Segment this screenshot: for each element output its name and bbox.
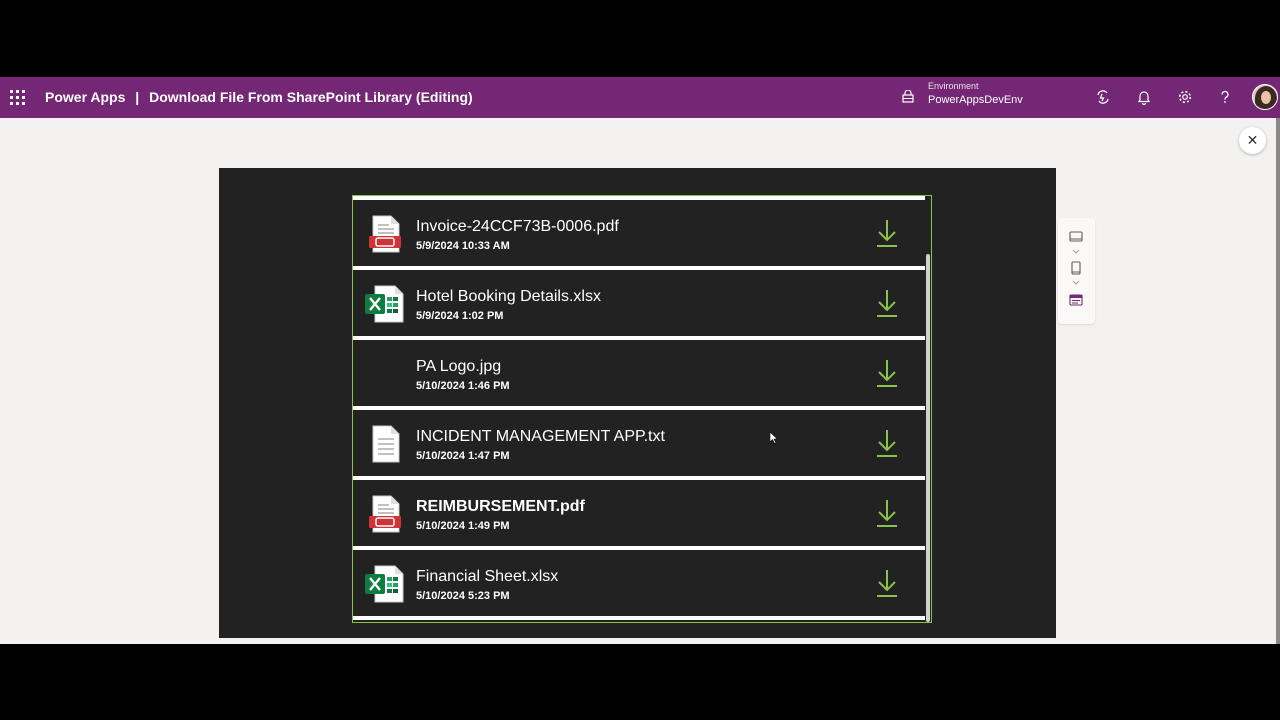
app-header: Power Apps | Download File From SharePoi… xyxy=(0,77,1280,118)
copilot-icon[interactable] xyxy=(1095,89,1111,105)
gallery-item[interactable]: Financial Sheet.xlsx 5/10/2024 5:23 PM xyxy=(353,550,925,616)
gallery-item[interactable]: INCIDENT MANAGEMENT APP.txt 5/10/2024 1:… xyxy=(353,410,925,476)
environment-icon[interactable] xyxy=(901,90,915,104)
download-icon[interactable] xyxy=(875,358,899,388)
gallery-item[interactable]: Invoice-24CCF73B-0006.pdf 5/9/2024 10:33… xyxy=(353,200,925,266)
gear-icon[interactable] xyxy=(1177,89,1193,105)
file-name: Hotel Booking Details.xlsx xyxy=(416,288,601,305)
files-gallery[interactable]: Invoice-24CCF73B-0006.pdf 5/9/2024 10:33… xyxy=(352,195,932,623)
excel-file-icon xyxy=(365,285,404,323)
screen-size-panel xyxy=(1058,218,1095,324)
file-modified-date: 5/9/2024 1:02 PM xyxy=(416,310,504,322)
file-name: Invoice-24CCF73B-0006.pdf xyxy=(416,218,619,235)
gallery-scrollbar[interactable] xyxy=(926,254,930,622)
file-name: PA Logo.jpg xyxy=(416,358,502,375)
file-modified-date: 5/10/2024 5:23 PM xyxy=(416,590,510,602)
download-icon[interactable] xyxy=(875,218,899,248)
app-name[interactable]: Power Apps xyxy=(45,89,125,105)
waffle-menu-icon[interactable] xyxy=(10,90,25,105)
pdf-file-icon xyxy=(369,495,401,533)
row-separator xyxy=(353,616,925,620)
document-title: Download File From SharePoint Library (E… xyxy=(149,89,473,105)
mouse-cursor xyxy=(770,432,778,444)
file-name: INCIDENT MANAGEMENT APP.txt xyxy=(416,428,665,445)
top-letterbox xyxy=(0,0,1280,77)
file-name: REIMBURSEMENT.pdf xyxy=(416,498,585,515)
app-title: Power Apps | Download File From SharePoi… xyxy=(45,89,473,105)
title-separator: | xyxy=(135,89,140,105)
file-modified-date: 5/9/2024 10:33 AM xyxy=(416,240,510,252)
text-file-icon xyxy=(372,425,400,463)
form-layout-icon[interactable] xyxy=(1069,293,1083,307)
file-modified-date: 5/10/2024 1:46 PM xyxy=(416,380,510,392)
bottom-letterbox xyxy=(0,644,1280,720)
close-button[interactable]: ✕ xyxy=(1239,127,1266,154)
pdf-file-icon xyxy=(369,215,401,253)
chevron-down-icon[interactable] xyxy=(1069,276,1083,290)
gallery-item[interactable]: Hotel Booking Details.xlsx 5/9/2024 1:02… xyxy=(353,270,925,336)
phone-layout-icon[interactable] xyxy=(1069,261,1083,275)
file-name: Financial Sheet.xlsx xyxy=(416,568,559,585)
environment-label: Environment xyxy=(928,81,979,91)
download-icon[interactable] xyxy=(875,498,899,528)
bell-icon[interactable] xyxy=(1136,89,1152,105)
download-icon[interactable] xyxy=(875,288,899,318)
user-avatar[interactable] xyxy=(1252,84,1278,110)
environment-selector[interactable]: Environment PowerAppsDevEnv xyxy=(928,82,1023,106)
download-icon[interactable] xyxy=(875,428,899,458)
file-modified-date: 5/10/2024 1:49 PM xyxy=(416,520,510,532)
canvas-edge xyxy=(1276,118,1280,644)
download-icon[interactable] xyxy=(875,568,899,598)
gallery-item[interactable]: PA Logo.jpg 5/10/2024 1:46 PM xyxy=(353,340,925,406)
help-icon[interactable] xyxy=(1217,89,1233,105)
environment-name: PowerAppsDevEnv xyxy=(928,94,1023,106)
file-modified-date: 5/10/2024 1:47 PM xyxy=(416,450,510,462)
tablet-layout-icon[interactable] xyxy=(1069,230,1083,244)
chevron-down-icon[interactable] xyxy=(1069,245,1083,259)
gallery-item[interactable]: REIMBURSEMENT.pdf 5/10/2024 1:49 PM xyxy=(353,480,925,546)
excel-file-icon xyxy=(365,565,404,603)
